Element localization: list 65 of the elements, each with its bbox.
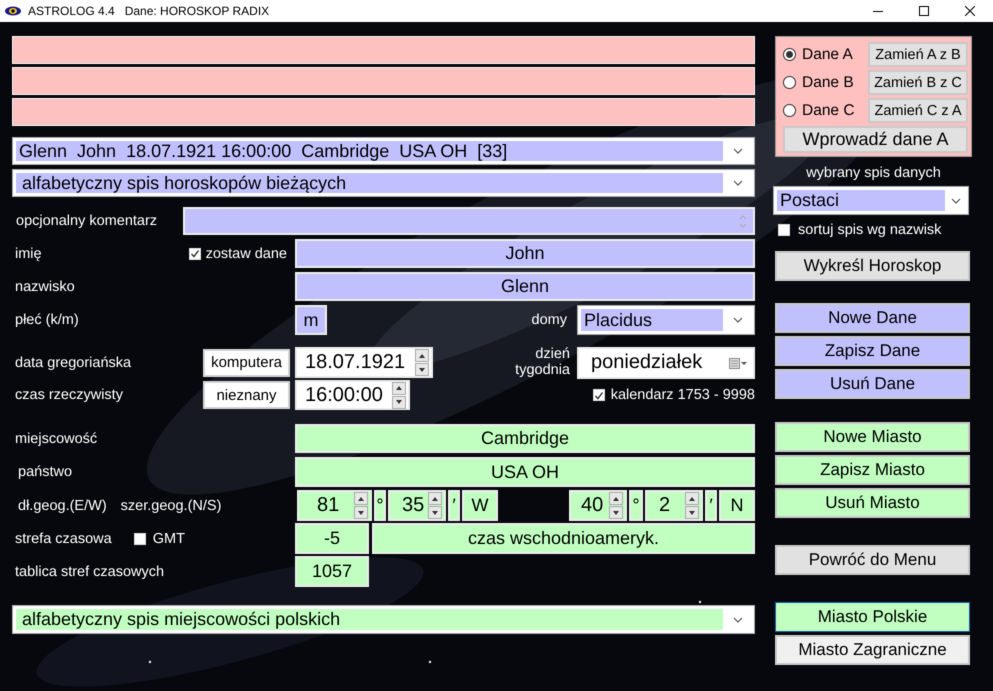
field-label: domy — [532, 312, 567, 328]
field-label: płeć (k/m) — [15, 312, 79, 328]
checkbox-label: zostaw dane — [206, 246, 287, 262]
swap-button[interactable]: Zamień B z C — [868, 70, 968, 95]
direction-field[interactable]: W — [462, 490, 498, 521]
timezone-table-field[interactable]: 1057 — [295, 556, 369, 587]
first-name-field[interactable]: John — [295, 239, 755, 268]
sex-field[interactable]: m — [295, 305, 327, 335]
swap-button[interactable]: Zamień A z B — [868, 42, 968, 67]
minutes-field[interactable]: 35 — [388, 490, 446, 521]
field-label: data gregoriańska — [15, 354, 132, 370]
window-title: ASTROLOG 4.4 Dane: HOROSKOP RADIX — [28, 4, 270, 18]
data-button[interactable]: Usuń Dane — [775, 369, 970, 399]
menu-button[interactable]: Powróć do Menu — [775, 545, 970, 575]
computer-date-button[interactable]: komputera — [203, 348, 290, 376]
data-button[interactable]: Nowe Dane — [775, 303, 970, 333]
checkbox-label: kalendarz 1753 - 9998 — [610, 387, 755, 403]
weekday-picker[interactable]: poniedziałek — [577, 346, 755, 378]
degree-sign: ° — [629, 490, 643, 521]
minutes-field[interactable]: 2 — [645, 490, 703, 521]
time-field[interactable]: 16:00:00 — [295, 380, 410, 410]
city-button[interactable]: Usuń Miasto — [775, 488, 970, 518]
degrees-field[interactable]: 81 — [297, 490, 372, 521]
field-label: nazwisko — [15, 278, 75, 294]
degrees-field[interactable]: 40 — [569, 490, 627, 521]
city-source-button[interactable]: Miasto Polskie — [775, 602, 970, 632]
unknown-time-button[interactable]: nieznany — [203, 381, 290, 409]
field-label: opcjonalny komentarz — [15, 213, 158, 229]
field-label: państwo — [18, 464, 72, 480]
city-field[interactable]: Cambridge — [295, 424, 755, 453]
direction-field[interactable]: N — [719, 490, 755, 521]
houses-dropdown[interactable]: Placidus — [577, 305, 755, 335]
draw-chart-button[interactable]: Wykreśl Horoskop — [775, 251, 970, 281]
radio-label: Dane C — [802, 102, 855, 120]
minute-sign: ′ — [448, 490, 460, 521]
field-label: czas rzeczywisty — [15, 387, 123, 403]
field-label: szer.geog.(N/S) — [120, 498, 222, 514]
swap-button[interactable]: Zamień C z A — [868, 98, 968, 123]
city-source-button[interactable]: Miasto Zagraniczne — [775, 635, 970, 665]
city-button[interactable]: Nowe Miasto — [775, 422, 970, 452]
checkbox-label: GMT — [152, 530, 185, 546]
degree-sign: ° — [374, 490, 386, 521]
field-label: imię — [15, 246, 42, 262]
enter-data-button[interactable]: Wprowadź dane A — [783, 126, 968, 153]
field-label: miejscowość — [15, 430, 98, 446]
field-label: tablica stref czasowych — [15, 564, 164, 580]
field-label: strefa czasowa — [15, 530, 112, 546]
minute-sign: ′ — [705, 490, 717, 521]
field-label: dzień tygodnia — [514, 346, 570, 378]
dataset-dropdown[interactable]: Postaci — [773, 186, 969, 215]
city-list-dropdown[interactable]: alfabetyczny spis miejscowości polskich — [12, 605, 755, 634]
timezone-name-field[interactable]: czas wschodnioameryk. — [372, 523, 755, 554]
data-button[interactable]: Zapisz Dane — [775, 336, 970, 366]
list-dropdown[interactable]: alfabetyczny spis horoskopów bieżących — [12, 169, 755, 197]
radio-label: Dane B — [802, 74, 854, 92]
radio-label: Dane A — [802, 46, 853, 64]
country-field[interactable]: USA OH — [295, 457, 755, 487]
field-label: wybrany spis danych — [805, 165, 942, 181]
timezone-offset-field[interactable]: -5 — [295, 523, 369, 554]
last-name-field[interactable]: Glenn — [295, 272, 755, 301]
checkbox-label: sortuj spis wg nazwisk — [798, 222, 942, 238]
city-button[interactable]: Zapisz Miasto — [775, 455, 970, 485]
horoscope-dropdown[interactable]: Glenn John 18.07.1921 16:00:00 Cambridge USA OH [33] — [12, 137, 755, 165]
date-field[interactable]: 18.07.1921 — [295, 347, 433, 378]
field-label: dł.geog.(E/W) — [18, 498, 107, 514]
